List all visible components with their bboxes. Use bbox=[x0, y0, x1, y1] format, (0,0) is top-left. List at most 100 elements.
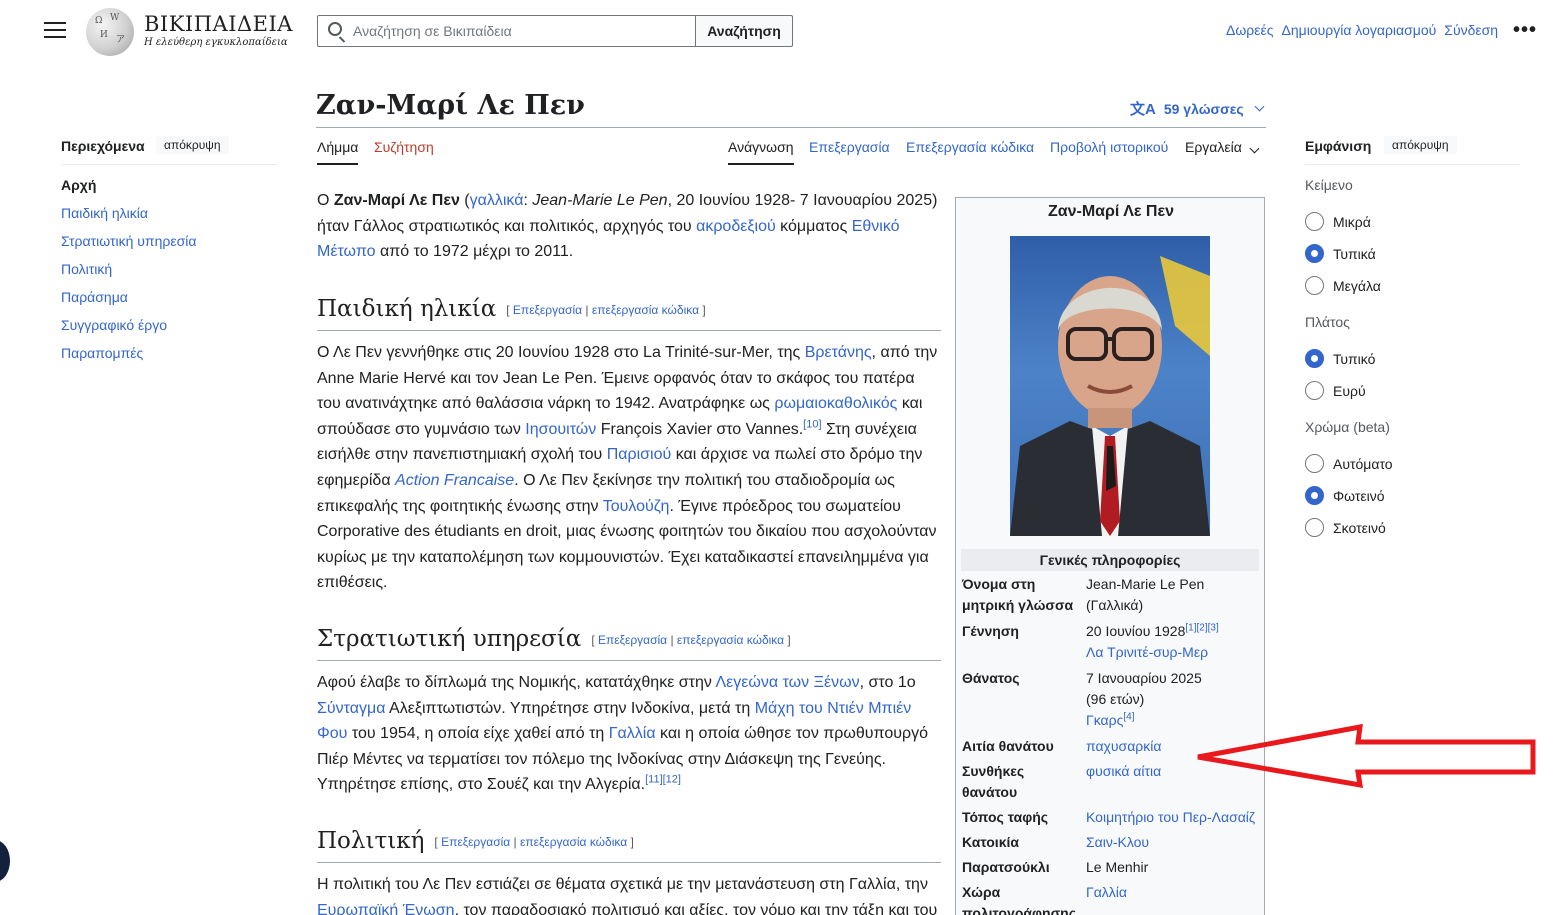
title-divider bbox=[316, 127, 1266, 128]
link-national-front[interactable]: Εθνικό bbox=[852, 218, 900, 235]
link-birthplace[interactable]: Λα Τρινιτέ-συρ-Μερ bbox=[1086, 644, 1208, 660]
link-citizenship[interactable]: Γαλλία bbox=[1086, 884, 1127, 900]
section-edit-link[interactable]: Επεξεργασία bbox=[441, 835, 510, 849]
section-edit-link[interactable]: Επεξεργασία bbox=[513, 303, 582, 317]
section-heading-military: Στρατιωτική υπηρεσία[ Επεξεργασία | επεξ… bbox=[317, 626, 791, 652]
infobox-label-residence: Κατοικία bbox=[962, 834, 1019, 850]
section-heading-childhood: Παιδική ηλικία[ Επεξεργασία | επεξεργασί… bbox=[317, 296, 706, 322]
section-heading-politics: Πολιτική[ Επεξεργασία | επεξεργασία κώδι… bbox=[317, 828, 634, 854]
more-options-icon[interactable]: ••• bbox=[1513, 20, 1537, 40]
ref-link[interactable]: [11][12] bbox=[645, 774, 681, 786]
link-brittany[interactable]: Βρετάνης bbox=[805, 344, 872, 361]
tab-edit-source[interactable]: Επεξεργασία κώδικα bbox=[906, 139, 1034, 163]
toc-item-politics[interactable]: Πολιτική bbox=[61, 261, 112, 277]
toc-item-awards[interactable]: Παράσημα bbox=[61, 289, 128, 305]
toc-item-childhood[interactable]: Παιδική ηλικία bbox=[61, 205, 148, 221]
link-deathplace[interactable]: Γκαρς bbox=[1086, 712, 1123, 728]
link-dien-bien-phu-cont[interactable]: Φου bbox=[317, 725, 347, 742]
radio-circle bbox=[1305, 518, 1324, 537]
tab-history[interactable]: Προβολή ιστορικού bbox=[1050, 139, 1168, 163]
logo-wordmark[interactable]: ΒΙΚΙΠΑΙΔΕΙΑ bbox=[144, 12, 293, 36]
childhood-paragraph: Ο Λε Πεν γεννήθηκε στις 20 Ιουνίου 1928 … bbox=[317, 344, 938, 592]
link-foreign-legion[interactable]: Λεγεώνα των Ξένων bbox=[715, 674, 859, 691]
link-dien-bien-phu[interactable]: Μάχη του Ντιέν Μπιέν bbox=[755, 700, 912, 717]
radio-text-large[interactable]: Μεγάλα bbox=[1305, 276, 1381, 295]
tab-tools[interactable]: Εργαλεία bbox=[1185, 139, 1260, 163]
section-edit-source-link[interactable]: επεξεργασία κώδικα bbox=[592, 303, 699, 317]
infobox: Ζαν-Μαρί Λε Πεν Γενικές πληροφορίες Όνομ… bbox=[955, 197, 1265, 915]
politics-paragraph: Η πολιτική του Λε Πεν εστιάζει σε θέματα… bbox=[317, 872, 947, 915]
donate-link[interactable]: Δωρεές bbox=[1226, 22, 1273, 38]
section-edit-source-link[interactable]: επεξεργασία κώδικα bbox=[520, 835, 627, 849]
login-link[interactable]: Σύνδεση bbox=[1444, 22, 1498, 38]
tab-article[interactable]: Λήμμα bbox=[317, 139, 359, 165]
infobox-label-nickname: Παρατσούκλι bbox=[962, 859, 1050, 875]
link-catholic[interactable]: ρωμαιοκαθολικός bbox=[774, 395, 897, 412]
ref-link[interactable]: [10] bbox=[803, 418, 821, 430]
red-arrow-annotation bbox=[1197, 723, 1536, 789]
toc-item-top[interactable]: Αρχή bbox=[61, 177, 96, 193]
radio-color-dark[interactable]: Σκοτεινό bbox=[1305, 518, 1386, 537]
section-divider bbox=[317, 330, 941, 331]
portrait-image[interactable] bbox=[1010, 236, 1210, 536]
link-cause-of-death[interactable]: παχυσαρκία bbox=[1086, 738, 1161, 754]
toc-item-references[interactable]: Παραπομπές bbox=[61, 345, 143, 361]
radio-circle-selected bbox=[1305, 486, 1324, 505]
section-divider bbox=[317, 862, 941, 863]
search-input[interactable] bbox=[353, 16, 683, 46]
link-residence[interactable]: Σαιν-Κλου bbox=[1086, 834, 1149, 850]
floating-widget[interactable] bbox=[0, 840, 10, 882]
main-menu-button[interactable] bbox=[44, 22, 66, 40]
wikipedia-globe-icon[interactable]: ΩWИア bbox=[86, 8, 134, 56]
search-box bbox=[317, 15, 696, 47]
tab-talk[interactable]: Συζήτηση bbox=[374, 139, 434, 163]
radio-text-standard[interactable]: Τυπικά bbox=[1305, 244, 1376, 263]
infobox-title: Ζαν-Μαρί Λε Πεν bbox=[1048, 203, 1174, 220]
tab-read[interactable]: Ανάγνωση bbox=[728, 139, 794, 165]
toc-hide-button[interactable]: απόκρυψη bbox=[156, 136, 229, 154]
section-edit-links: [ Επεξεργασία | επεξεργασία κώδικα ] bbox=[591, 633, 791, 647]
logo-tagline: Η ελεύθερη εγκυκλοπαίδεια bbox=[144, 37, 288, 48]
toc-item-writings[interactable]: Συγγραφικό έργο bbox=[61, 317, 167, 333]
link-eu[interactable]: Ευρωπαϊκή Ένωση bbox=[317, 902, 455, 915]
radio-color-auto[interactable]: Αυτόματο bbox=[1305, 454, 1393, 473]
infobox-value-native-name: Jean-Marie Le Pen (Γαλλικά) bbox=[1086, 576, 1205, 613]
radio-circle bbox=[1305, 381, 1324, 400]
link-paris[interactable]: Παρισιού bbox=[607, 446, 672, 463]
infobox-label-death: Θάνατος bbox=[962, 670, 1020, 686]
link-regiment[interactable]: Σύνταγμα bbox=[317, 700, 385, 717]
create-account-link[interactable]: Δημιουργία λογαριασμού bbox=[1281, 22, 1436, 38]
link-national-front-cont[interactable]: Μέτωπο bbox=[317, 243, 376, 260]
infobox-label-burial: Τόπος ταφής bbox=[962, 809, 1049, 825]
language-count: 59 γλώσσες bbox=[1163, 100, 1244, 117]
link-toulouse[interactable]: Τουλούζη bbox=[603, 498, 670, 515]
radio-text-small[interactable]: Μικρά bbox=[1305, 212, 1371, 231]
link-burial-place[interactable]: Κοιμητήριο του Περ-Λασαίζ bbox=[1086, 809, 1255, 825]
link-action-francaise[interactable]: Action Francaise bbox=[395, 472, 514, 489]
section-edit-link[interactable]: Επεξεργασία bbox=[598, 633, 667, 647]
ref-link[interactable]: [1][2][3] bbox=[1185, 622, 1218, 633]
radio-circle-selected bbox=[1305, 349, 1324, 368]
link-france[interactable]: Γαλλία bbox=[609, 725, 656, 742]
language-button[interactable]: 文A 59 γλώσσες bbox=[1130, 98, 1265, 119]
infobox-label-cause-of-death: Αιτία θανάτου bbox=[962, 738, 1054, 754]
radio-width-standard[interactable]: Τυπικό bbox=[1305, 349, 1375, 368]
link-jesuits[interactable]: Ιησουιτών bbox=[525, 421, 596, 438]
search-button[interactable]: Αναζήτηση bbox=[695, 15, 793, 47]
ref-link[interactable]: [4] bbox=[1123, 711, 1134, 722]
radio-width-wide[interactable]: Ευρύ bbox=[1305, 381, 1366, 400]
width-label: Πλάτος bbox=[1305, 314, 1350, 330]
infobox-section-header: Γενικές πληροφορίες bbox=[961, 549, 1259, 571]
toc-item-military[interactable]: Στρατιωτική υπηρεσία bbox=[61, 233, 196, 249]
radio-circle-selected bbox=[1305, 244, 1324, 263]
link-french[interactable]: γαλλικά bbox=[470, 192, 524, 209]
radio-color-light[interactable]: Φωτεινό bbox=[1305, 486, 1385, 505]
language-icon: 文A bbox=[1130, 101, 1156, 118]
section-edit-source-link[interactable]: επεξεργασία κώδικα bbox=[677, 633, 784, 647]
radio-circle bbox=[1305, 454, 1324, 473]
tools-label: Εργαλεία bbox=[1185, 139, 1242, 155]
link-natural-causes[interactable]: φυσικά αίτια bbox=[1086, 763, 1161, 779]
appearance-hide-button[interactable]: απόκρυψη bbox=[1384, 136, 1457, 154]
tab-edit[interactable]: Επεξεργασία bbox=[809, 139, 890, 163]
link-far-right[interactable]: ακροδεξιού bbox=[696, 218, 776, 235]
